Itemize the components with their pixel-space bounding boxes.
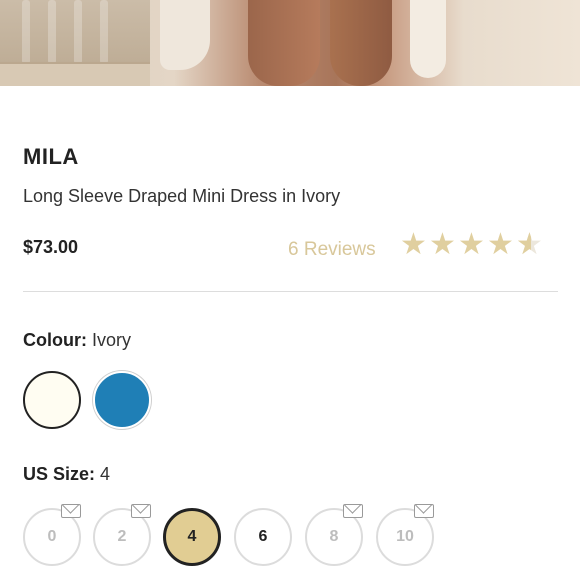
star-icon: ★ (458, 228, 485, 261)
product-price: $73.00 (23, 237, 79, 257)
mail-icon[interactable] (414, 504, 434, 518)
size-option-label: 4 (187, 528, 197, 545)
dress-fabric (160, 0, 210, 70)
model-leg (330, 0, 392, 86)
size-value: 4 (100, 464, 111, 484)
product-image[interactable] (0, 0, 580, 86)
colour-swatch-blue[interactable] (93, 371, 151, 429)
size-option-4[interactable]: 4 (163, 508, 221, 566)
size-label-title: US Size: (23, 464, 96, 484)
pillar-decoration (0, 0, 150, 86)
size-option-label: 10 (396, 528, 414, 545)
model-leg (248, 0, 320, 86)
colour-value: Ivory (92, 330, 132, 350)
dress-fabric (410, 0, 446, 78)
reviews-link[interactable]: 6 Reviews (288, 239, 376, 261)
size-option-label: 2 (117, 528, 127, 545)
size-label: US Size: 4 (23, 464, 110, 485)
size-option-10[interactable]: 10 (376, 504, 434, 566)
size-option-label: 8 (329, 528, 339, 545)
colour-swatch-ivory[interactable] (23, 371, 81, 429)
star-icon: ★ (400, 228, 427, 261)
size-option-label: 0 (47, 528, 57, 545)
size-option-6[interactable]: 6 (234, 508, 292, 566)
size-option-2[interactable]: 2 (93, 504, 151, 566)
brand-name[interactable]: MILA (23, 144, 79, 170)
colour-label: Colour: Ivory (23, 330, 131, 351)
size-option-8[interactable]: 8 (305, 504, 363, 566)
product-name: Long Sleeve Draped Mini Dress in Ivory (23, 186, 341, 206)
divider (23, 291, 558, 292)
mail-icon[interactable] (343, 504, 363, 518)
mail-icon[interactable] (131, 504, 151, 518)
mail-icon[interactable] (61, 504, 81, 518)
size-option-label: 6 (258, 528, 268, 545)
star-icon: ★ (429, 228, 456, 261)
half-star-icon: ★ (516, 230, 545, 260)
star-icon: ★ (487, 228, 514, 261)
size-option-0[interactable]: 0 (23, 504, 81, 566)
colour-label-title: Colour: (23, 330, 87, 350)
star-rating[interactable]: ★ ★ ★ ★ ★ (400, 228, 545, 261)
